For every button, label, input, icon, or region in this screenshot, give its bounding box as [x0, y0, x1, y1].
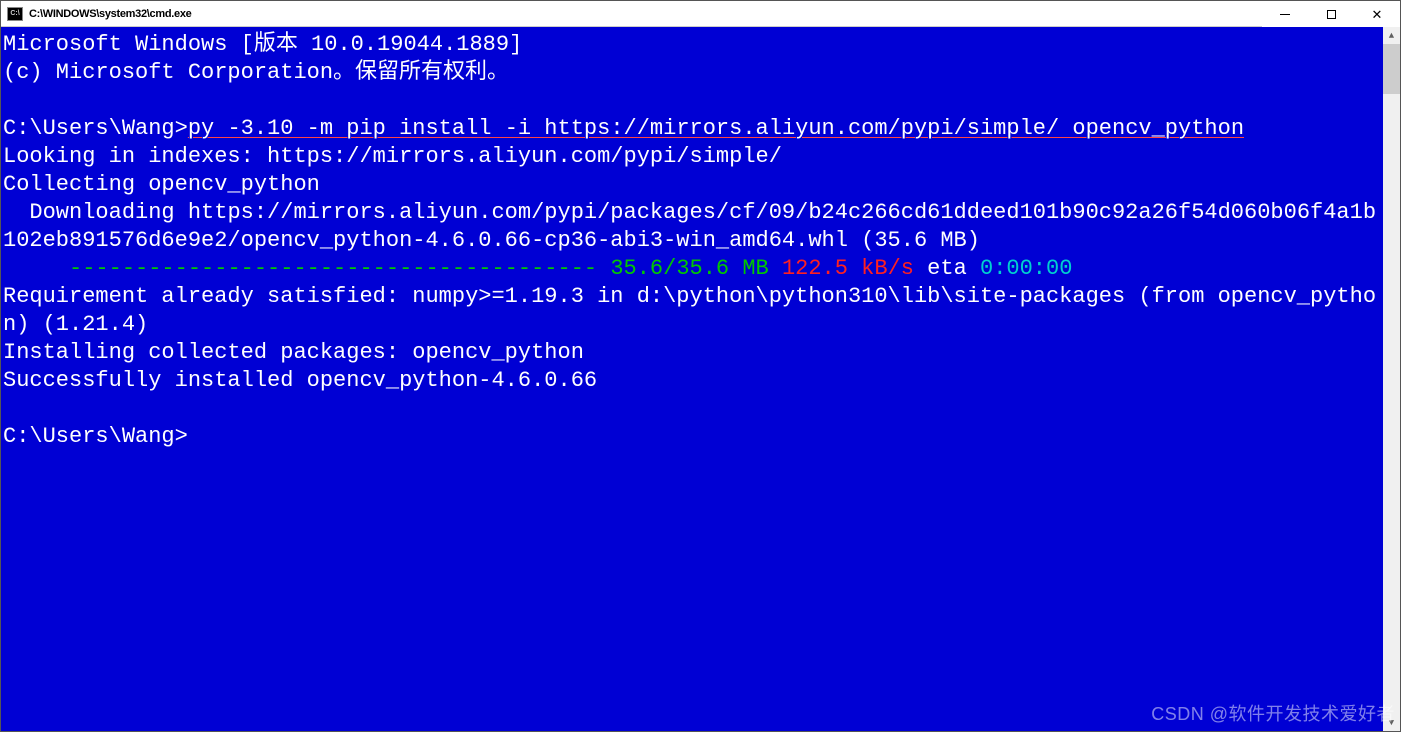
maximize-button[interactable]: [1308, 1, 1354, 27]
progress-size: 35.6/35.6 MB: [610, 256, 768, 281]
cmd-window: C:\ C:\WINDOWS\system32\cmd.exe ✕ Micros…: [0, 0, 1401, 732]
os-header: Microsoft Windows [版本 10.0.19044.1889]: [3, 32, 522, 57]
scroll-up-arrow[interactable]: ▲: [1383, 27, 1400, 44]
output-downloading: Downloading https://mirrors.aliyun.com/p…: [3, 200, 1376, 253]
progress-eta-time: 0:00:00: [980, 256, 1072, 281]
terminal-output[interactable]: Microsoft Windows [版本 10.0.19044.1889] (…: [1, 27, 1383, 731]
output-requirement: Requirement already satisfied: numpy>=1.…: [3, 284, 1376, 337]
scroll-thumb[interactable]: [1383, 44, 1400, 94]
cmd-icon: C:\: [7, 7, 23, 21]
minimize-icon: [1280, 14, 1290, 15]
window-title: C:\WINDOWS\system32\cmd.exe: [29, 8, 191, 20]
output-success: Successfully installed opencv_python-4.6…: [3, 368, 597, 393]
titlebar-left: C:\ C:\WINDOWS\system32\cmd.exe: [7, 7, 191, 21]
maximize-icon: [1327, 10, 1336, 19]
progress-bar: ----------------------------------------: [69, 256, 610, 281]
output-collecting: Collecting opencv_python: [3, 172, 320, 197]
command-input: py -3.10 -m pip install -i https://mirro…: [188, 116, 1244, 141]
terminal-area: Microsoft Windows [版本 10.0.19044.1889] (…: [1, 27, 1400, 731]
copyright-line: (c) Microsoft Corporation。保留所有权利。: [3, 60, 509, 85]
scroll-track[interactable]: [1383, 44, 1400, 714]
prompt: C:\Users\Wang>: [3, 116, 188, 141]
minimize-button[interactable]: [1262, 1, 1308, 27]
scroll-down-arrow[interactable]: ▼: [1383, 714, 1400, 731]
progress-eta-label: eta: [914, 256, 980, 281]
vertical-scrollbar[interactable]: ▲ ▼: [1383, 27, 1400, 731]
output-installing: Installing collected packages: opencv_py…: [3, 340, 584, 365]
progress-indent: [3, 256, 69, 281]
prompt: C:\Users\Wang>: [3, 424, 188, 449]
close-icon: ✕: [1372, 8, 1383, 21]
close-button[interactable]: ✕: [1354, 1, 1400, 27]
output-indexes: Looking in indexes: https://mirrors.aliy…: [3, 144, 782, 169]
progress-speed: 122.5 kB/s: [769, 256, 914, 281]
window-controls: ✕: [1262, 1, 1400, 26]
titlebar[interactable]: C:\ C:\WINDOWS\system32\cmd.exe ✕: [1, 1, 1400, 27]
